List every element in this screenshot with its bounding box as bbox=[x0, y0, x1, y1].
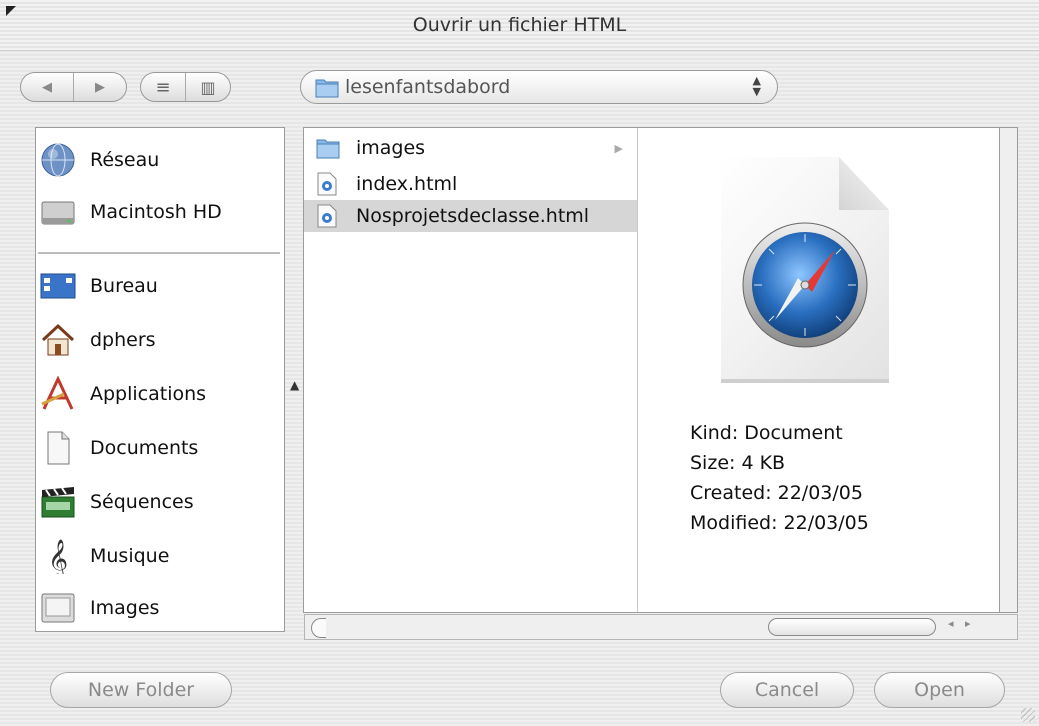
back-forward-control: ◀ ▶ bbox=[20, 72, 127, 102]
column-view-button[interactable]: ▥ bbox=[185, 73, 230, 101]
file-modified: Modified: 22/03/05 bbox=[690, 512, 869, 534]
back-button[interactable]: ◀ bbox=[21, 73, 73, 101]
sidebar: Réseau Macintosh HD Bureau dphers Applic… bbox=[35, 127, 285, 632]
preview-column: Kind: Document Size: 4 KB Created: 22/03… bbox=[640, 128, 1000, 612]
open-file-dialog: Ouvrir un fichier HTML ◀ ▶ ≡ ▥ lesenfant… bbox=[0, 0, 1039, 726]
scroll-arrows-icon[interactable]: ◂ ▸ bbox=[948, 617, 975, 630]
popup-arrows-icon: ▲ ▼ bbox=[752, 74, 761, 98]
list-view-button[interactable]: ≡ bbox=[141, 73, 185, 101]
safari-document-icon bbox=[740, 220, 870, 350]
desktop-icon bbox=[40, 268, 76, 304]
sidebar-item-musique[interactable]: 𝄞 Musique bbox=[36, 532, 284, 580]
html-file-icon bbox=[316, 204, 338, 228]
sidebar-item-label: Documents bbox=[90, 437, 199, 459]
sidebar-item-label: Musique bbox=[90, 545, 170, 567]
file-name: index.html bbox=[356, 173, 458, 195]
sidebar-item-macintosh-hd[interactable]: Macintosh HD bbox=[36, 188, 284, 236]
list-view-icon: ≡ bbox=[155, 76, 171, 98]
sidebar-item-label: Séquences bbox=[90, 491, 194, 513]
documents-icon bbox=[40, 430, 76, 466]
sidebar-item-label: Images bbox=[90, 597, 160, 619]
file-row-images[interactable]: images ▶ bbox=[304, 132, 637, 164]
horizontal-scrollbar[interactable]: ◂ ▸ bbox=[304, 614, 1018, 640]
file-info: Kind: Document Size: 4 KB Created: 22/03… bbox=[690, 418, 869, 538]
window-titlebar[interactable]: Ouvrir un fichier HTML bbox=[0, 0, 1039, 51]
sidebar-item-images[interactable]: Images bbox=[36, 584, 284, 632]
network-globe-icon bbox=[40, 142, 76, 178]
sidebar-item-sequences[interactable]: Séquences bbox=[36, 478, 284, 526]
sidebar-divider bbox=[38, 252, 280, 254]
sidebar-item-label: Macintosh HD bbox=[90, 201, 222, 223]
file-created: Created: 22/03/05 bbox=[690, 482, 863, 504]
sidebar-item-reseau[interactable]: Réseau bbox=[36, 136, 284, 184]
sidebar-item-label: dphers bbox=[90, 329, 156, 351]
sidebar-item-documents[interactable]: Documents bbox=[36, 424, 284, 472]
sidebar-item-dphers[interactable]: dphers bbox=[36, 316, 284, 364]
sidebar-item-label: Réseau bbox=[90, 149, 160, 171]
open-button[interactable]: Open bbox=[874, 672, 1005, 708]
sidebar-resize-handle[interactable]: ▲ bbox=[290, 378, 299, 392]
pictures-icon bbox=[40, 590, 76, 626]
forward-arrow-icon: ▶ bbox=[95, 79, 105, 95]
sidebar-item-bureau[interactable]: Bureau bbox=[36, 262, 284, 310]
document-shadow bbox=[721, 379, 889, 383]
hard-drive-icon bbox=[40, 194, 76, 230]
column-view-icon: ▥ bbox=[200, 77, 216, 97]
movies-clapper-icon bbox=[40, 484, 76, 520]
sidebar-item-applications[interactable]: Applications bbox=[36, 370, 284, 418]
file-row-nosprojetsdeclasse-html[interactable]: Nosprojetsdeclasse.html bbox=[304, 200, 637, 232]
home-icon bbox=[40, 322, 76, 358]
disclosure-arrow-icon: ▶ bbox=[614, 141, 623, 155]
document-fold bbox=[839, 157, 889, 210]
window-corner-mark bbox=[6, 6, 16, 16]
sidebar-item-label: Applications bbox=[90, 383, 207, 405]
sidebar-item-label: Bureau bbox=[90, 275, 158, 297]
svg-text:𝄞: 𝄞 bbox=[48, 539, 68, 574]
folder-icon bbox=[316, 136, 340, 160]
file-row-index-html[interactable]: index.html bbox=[304, 168, 637, 200]
file-kind: Kind: Document bbox=[690, 422, 843, 444]
html-file-icon bbox=[316, 172, 338, 196]
back-arrow-icon: ◀ bbox=[42, 79, 52, 95]
location-label: lesenfantsdabord bbox=[345, 76, 511, 98]
music-clef-icon: 𝄞 bbox=[40, 538, 76, 580]
forward-button[interactable]: ▶ bbox=[73, 73, 126, 101]
window-resize-grip[interactable] bbox=[1021, 708, 1035, 722]
file-browser: images ▶ index.html Nosprojetsdeclasse.h… bbox=[303, 127, 1000, 613]
file-name: images bbox=[356, 137, 426, 159]
browser-column-1: images ▶ index.html Nosprojetsdeclasse.h… bbox=[304, 128, 638, 612]
vertical-scrollbar[interactable] bbox=[1000, 127, 1018, 613]
new-folder-button[interactable]: New Folder bbox=[50, 672, 232, 708]
location-popup[interactable]: lesenfantsdabord ▲ ▼ bbox=[300, 70, 778, 104]
scroll-thumb[interactable] bbox=[768, 618, 936, 636]
cancel-button[interactable]: Cancel bbox=[720, 672, 854, 708]
scroll-track-cap bbox=[311, 618, 326, 638]
folder-icon bbox=[315, 79, 339, 98]
window-title: Ouvrir un fichier HTML bbox=[412, 14, 627, 36]
view-mode-control: ≡ ▥ bbox=[140, 72, 231, 102]
applications-icon bbox=[40, 375, 76, 412]
file-name: Nosprojetsdeclasse.html bbox=[356, 205, 590, 227]
file-size: Size: 4 KB bbox=[690, 452, 786, 474]
